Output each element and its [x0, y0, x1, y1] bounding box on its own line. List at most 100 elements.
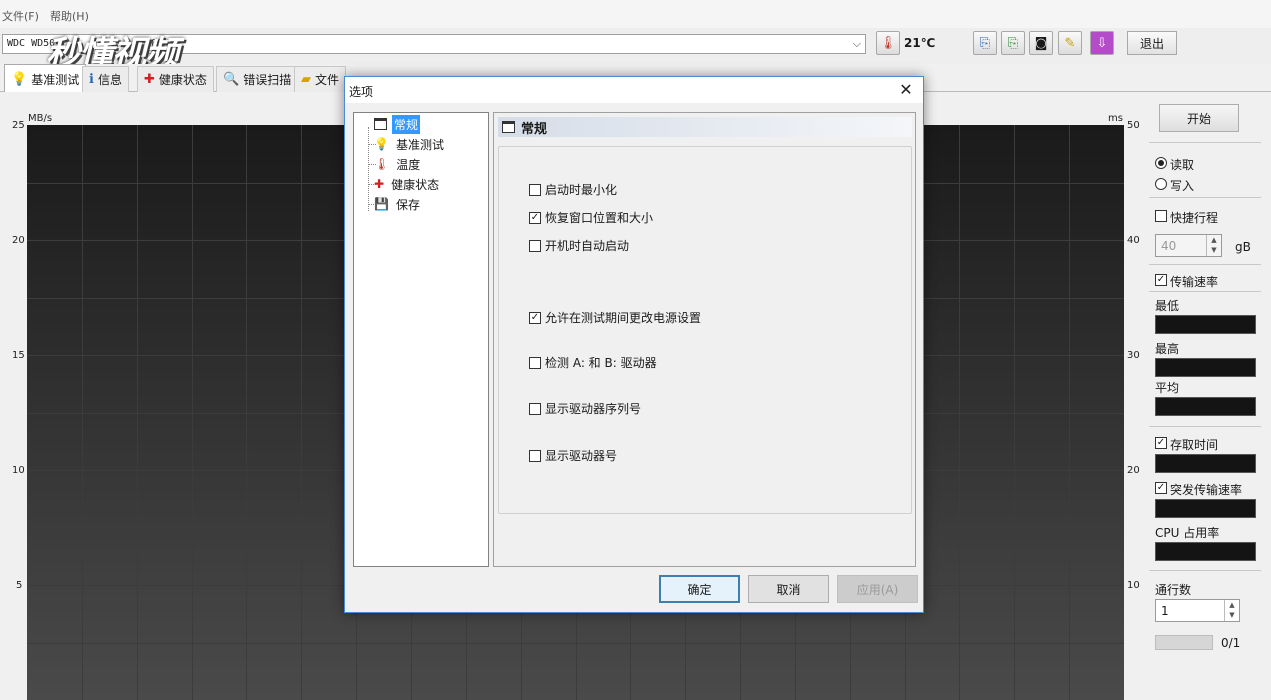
- menu-help[interactable]: 帮助(H): [50, 8, 89, 24]
- tab-label: 错误扫描: [243, 73, 292, 87]
- option-show-drive-letter[interactable]: 显示驱动器号: [529, 447, 617, 464]
- option-show-serial[interactable]: 显示驱动器序列号: [529, 400, 641, 417]
- option-autostart[interactable]: 开机时自动启动: [529, 237, 629, 254]
- tree-item-label: 常规: [392, 114, 421, 134]
- chevron-down-icon: ⌵: [852, 37, 861, 50]
- option-allow-power-settings[interactable]: ✓ 允许在测试期间更改电源设置: [529, 309, 701, 326]
- thermometer-icon: 🌡: [374, 157, 390, 171]
- menu-bar: 文件(F) 帮助(H): [0, 0, 1271, 28]
- tree-item-label: 基准测试: [395, 137, 444, 152]
- divider: [1149, 426, 1261, 427]
- tab-label: 基准测试: [31, 72, 80, 87]
- left-tick: 5: [16, 580, 23, 591]
- option-checkbox[interactable]: ✓: [529, 311, 541, 324]
- burst-rate-checkbox[interactable]: ✓: [1155, 482, 1167, 494]
- tab-file[interactable]: ▰ 文件: [294, 66, 347, 92]
- floppy-icon: 💾: [374, 197, 389, 211]
- section-title: 常规: [521, 121, 548, 137]
- options-button[interactable]: ✎: [1058, 31, 1082, 55]
- tree-item-benchmark[interactable]: 💡 基准测试: [374, 135, 446, 153]
- tab-error-scan[interactable]: 🔍 错误扫描: [216, 66, 299, 92]
- quick-stroke-stepper[interactable]: 40 ▲ ▼: [1155, 234, 1222, 257]
- exit-button[interactable]: 退出: [1127, 31, 1177, 55]
- bulb-icon: 💡: [374, 137, 389, 151]
- option-checkbox[interactable]: [529, 183, 541, 196]
- options-content-panel: 常规 启动时最小化 ✓ 恢复窗口位置和大小 开机时自动启动 ✓ 允许在测试期间更…: [493, 112, 916, 567]
- divider: [1149, 142, 1261, 143]
- avg-value-box: [1155, 397, 1256, 416]
- close-icon[interactable]: ✕: [895, 79, 917, 101]
- option-checkbox[interactable]: [529, 239, 541, 252]
- tree-item-save[interactable]: 💾 保存: [374, 195, 422, 213]
- access-time-label: 存取时间: [1170, 438, 1219, 452]
- dialog-title: 选项: [349, 85, 374, 99]
- bulb-icon: 💡: [11, 71, 28, 87]
- right-control-panel: 开始 读取 写入 快捷行程 40 ▲ ▼ gB ✓ 传输速率 最低 最高 平均 ✓…: [1145, 92, 1271, 700]
- tab-health[interactable]: ✚ 健康状态: [137, 66, 214, 92]
- write-radio[interactable]: [1155, 178, 1167, 190]
- option-checkbox[interactable]: ✓: [529, 211, 541, 224]
- copy-text-button[interactable]: ⎘: [973, 31, 997, 55]
- quick-stroke-checkbox[interactable]: [1155, 210, 1167, 222]
- health-cross-icon: ✚: [144, 72, 155, 87]
- divider: [1149, 197, 1261, 198]
- option-label: 显示驱动器序列号: [545, 402, 642, 416]
- thermometer-icon: 🌡: [876, 31, 900, 55]
- max-value-box: [1155, 358, 1256, 377]
- option-label: 启动时最小化: [545, 183, 618, 197]
- access-time-value-box: [1155, 454, 1256, 473]
- left-tick: 15: [12, 350, 25, 361]
- spin-arrows-icon[interactable]: ▲ ▼: [1206, 235, 1221, 256]
- option-detect-ab-drives[interactable]: 检测 A: 和 B: 驱动器: [529, 354, 657, 371]
- cancel-button[interactable]: 取消: [748, 575, 829, 603]
- passes-label: 通行数: [1155, 583, 1192, 597]
- option-label: 允许在测试期间更改电源设置: [545, 311, 702, 325]
- transfer-rate-checkbox[interactable]: ✓: [1155, 274, 1167, 286]
- right-tick: 20: [1127, 465, 1140, 476]
- start-button[interactable]: 开始: [1159, 104, 1239, 132]
- tab-info[interactable]: ℹ 信息: [82, 66, 129, 92]
- read-radio[interactable]: [1155, 157, 1167, 169]
- option-checkbox[interactable]: [529, 449, 541, 462]
- screenshot-button[interactable]: ◙: [1029, 31, 1053, 55]
- tab-benchmark[interactable]: 💡 基准测试: [4, 64, 87, 93]
- magnifier-icon: 🔍: [223, 72, 240, 87]
- divider: [1149, 291, 1261, 292]
- tree-item-health[interactable]: ✚ 健康状态: [374, 175, 441, 193]
- toolbar: WDC WD50 (500 ⌵ 🌡 21℃ ⎘ ⎘ ◙ ✎ ⇩ 退出: [0, 28, 1271, 64]
- progress-text: 0/1: [1221, 636, 1241, 650]
- dialog-titlebar[interactable]: 选项 ✕: [345, 77, 923, 103]
- access-time-checkbox[interactable]: ✓: [1155, 437, 1167, 449]
- download-button[interactable]: ⇩: [1090, 31, 1114, 55]
- options-tree: 常规 💡 基准测试 🌡 温度 ✚ 健康状态 💾 保存: [353, 112, 489, 567]
- option-label: 恢复窗口位置和大小: [545, 211, 654, 225]
- tab-label: 文件: [315, 73, 340, 87]
- option-checkbox[interactable]: [529, 402, 541, 415]
- apply-button[interactable]: 应用(A): [837, 575, 918, 603]
- tab-label: 健康状态: [158, 73, 207, 87]
- menu-file[interactable]: 文件(F): [2, 8, 39, 24]
- tree-item-general[interactable]: 常规: [374, 114, 421, 134]
- cpu-usage-value-box: [1155, 542, 1256, 561]
- tree-item-label: 保存: [395, 197, 420, 212]
- option-restore-window[interactable]: ✓ 恢复窗口位置和大小: [529, 209, 653, 226]
- read-label: 读取: [1170, 158, 1195, 172]
- quick-stroke-unit: gB: [1235, 240, 1251, 254]
- passes-stepper[interactable]: 1 ▲ ▼: [1155, 599, 1240, 622]
- option-minimize-on-start[interactable]: 启动时最小化: [529, 181, 617, 198]
- window-icon: [374, 118, 387, 130]
- ok-button[interactable]: 确定: [659, 575, 740, 603]
- info-icon: ℹ: [89, 72, 94, 87]
- section-header: 常规: [498, 117, 912, 137]
- tree-item-temperature[interactable]: 🌡 温度: [374, 155, 422, 173]
- options-group: 启动时最小化 ✓ 恢复窗口位置和大小 开机时自动启动 ✓ 允许在测试期间更改电源…: [498, 146, 912, 514]
- option-checkbox[interactable]: [529, 356, 541, 369]
- spin-arrows-icon[interactable]: ▲ ▼: [1224, 600, 1239, 621]
- transfer-rate-label: 传输速率: [1170, 275, 1219, 289]
- copy-image-button[interactable]: ⎘: [1001, 31, 1025, 55]
- left-axis-unit: MB/s: [28, 113, 53, 124]
- divider: [1149, 264, 1261, 265]
- options-dialog: 选项 ✕ 常规 💡 基准测试 🌡 温度 ✚ 健康状态 💾 保存 常规 启动时最小…: [344, 76, 924, 613]
- avg-label: 平均: [1155, 381, 1180, 395]
- right-tick: 10: [1127, 580, 1140, 591]
